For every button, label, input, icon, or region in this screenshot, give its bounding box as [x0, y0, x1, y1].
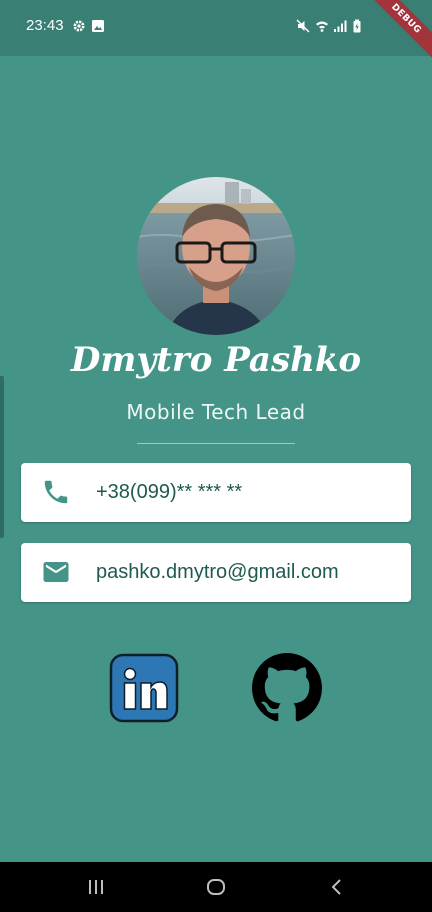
battery-icon: [353, 19, 361, 33]
navigation-bar: [0, 862, 432, 912]
linkedin-icon: [109, 653, 179, 723]
image-icon: [92, 20, 104, 32]
home-icon[interactable]: [204, 875, 228, 899]
mute-icon: [296, 19, 310, 33]
avatar: [137, 177, 295, 335]
recent-apps-icon[interactable]: [84, 875, 108, 899]
profile-name: Dmytro Pashko: [70, 340, 362, 380]
divider: [137, 443, 295, 444]
signal-icon: [334, 20, 347, 32]
email-icon: [43, 562, 69, 582]
gear-icon: [73, 20, 85, 32]
back-icon[interactable]: [325, 875, 349, 899]
github-icon: [252, 653, 322, 722]
phone-number: +38(099)** *** **: [96, 481, 243, 503]
email-address: pashko.dmytro@gmail.com: [96, 561, 339, 583]
phone-card[interactable]: +38(099)** *** **: [21, 463, 411, 522]
linkedin-button[interactable]: [109, 653, 179, 723]
status-bar: 23:43 DEBUG: [0, 0, 432, 68]
phone-icon: [44, 480, 68, 504]
email-card[interactable]: pashko.dmytro@gmail.com: [21, 543, 411, 602]
github-button[interactable]: [252, 653, 322, 723]
profile-title: Mobile Tech Lead: [126, 400, 306, 424]
status-time: 23:43: [26, 17, 64, 34]
wifi-icon: [316, 21, 328, 32]
debug-ribbon: DEBUG: [357, 0, 432, 68]
